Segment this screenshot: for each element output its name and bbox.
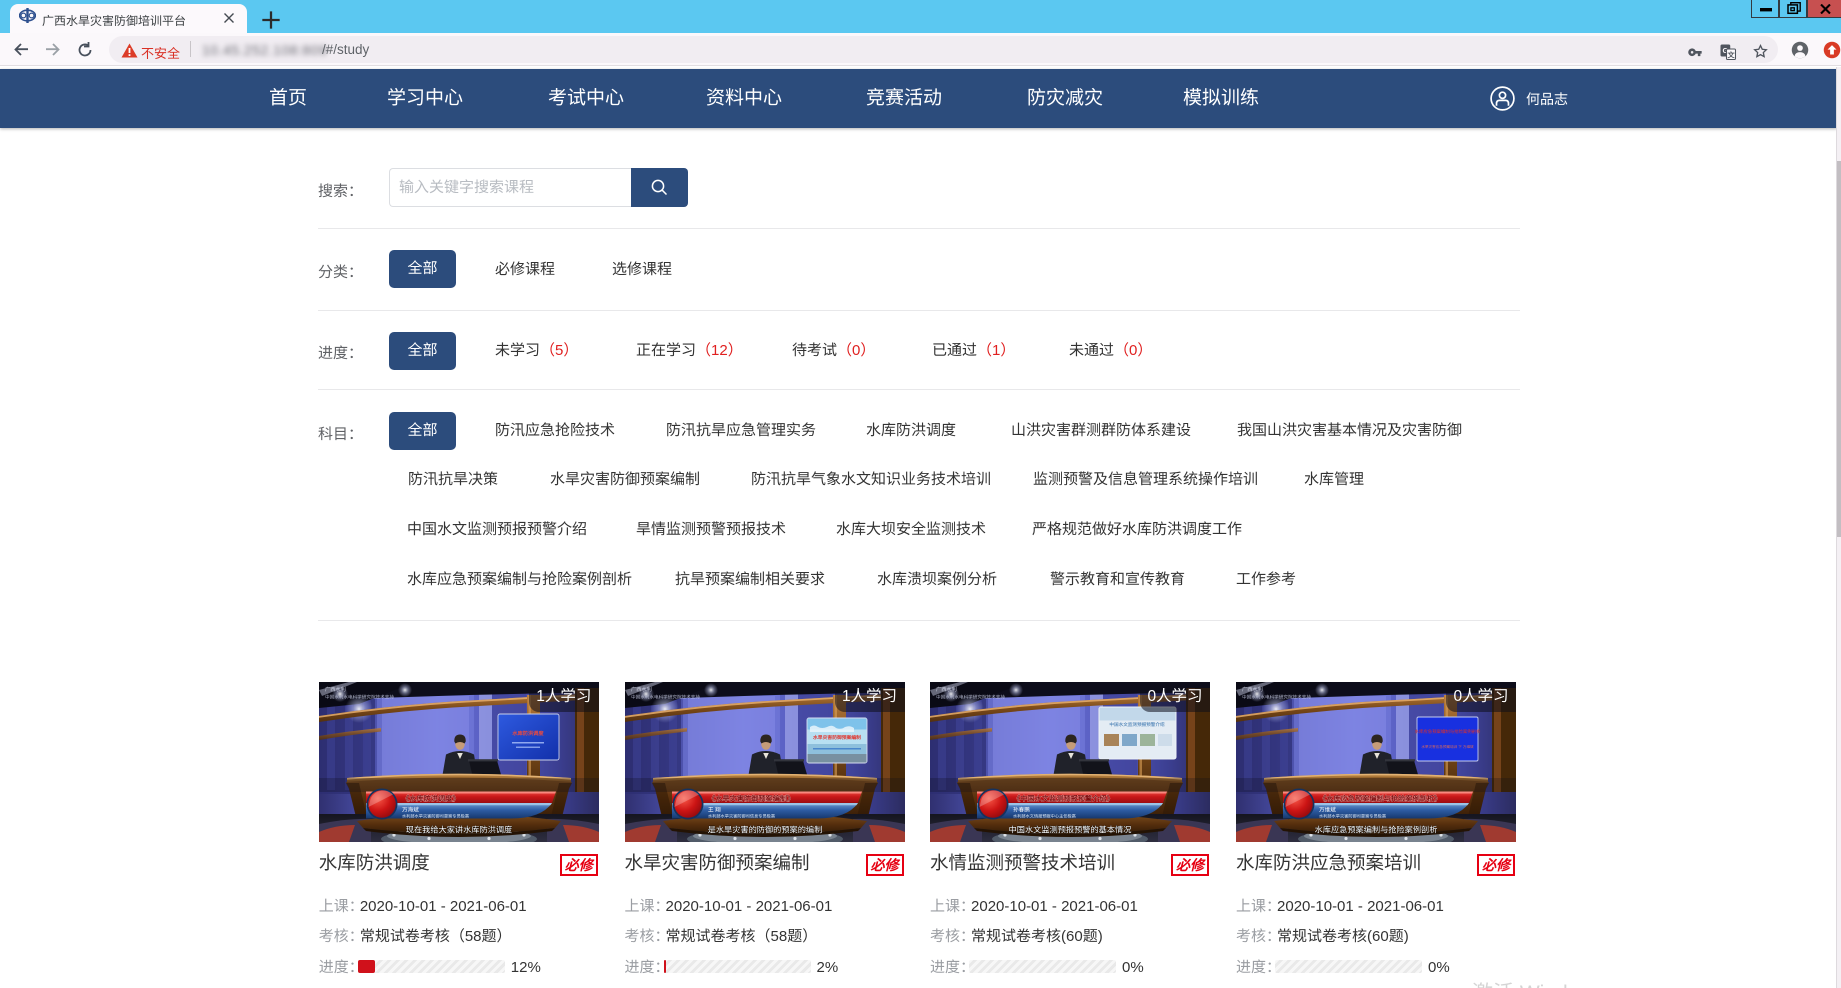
svg-text:中国水利水电科学研究院技术支持: 中国水利水电科学研究院技术支持 xyxy=(936,695,1005,700)
svg-text:现在我给大家讲水库防洪调度: 现在我给大家讲水库防洪调度 xyxy=(406,826,512,835)
svg-text:广西水利: 广西水利 xyxy=(325,686,346,693)
svg-text:水利部水旱灾害防御司督察专员极高: 水利部水旱灾害防御司督察专员极高 xyxy=(1319,813,1386,818)
svg-text:水利部水旱灾害防御司信息专员极高: 水利部水旱灾害防御司信息专员极高 xyxy=(708,813,775,818)
svg-text:《水旱灾害防御预案编制》: 《水旱灾害防御预案编制》 xyxy=(708,794,794,803)
svg-text:中国水利水电科学研究院技术支持: 中国水利水电科学研究院技术支持 xyxy=(325,695,394,700)
svg-text:是水旱灾害的防御的预案的编制: 是水旱灾害的防御的预案的编制 xyxy=(707,826,822,835)
svg-text:广西水利: 广西水利 xyxy=(1242,686,1263,693)
svg-text:水利部水旱灾害防御司督察专员极高: 水利部水旱灾害防御司督察专员极高 xyxy=(402,813,469,818)
svg-text:中国水利水电科学研究院技术支持: 中国水利水电科学研究院技术支持 xyxy=(1242,695,1311,700)
svg-text:中国水文监测预报预警的基本情况: 中国水文监测预报预警的基本情况 xyxy=(1009,826,1132,835)
svg-text:《水库防洪调度》: 《水库防洪调度》 xyxy=(402,794,460,803)
svg-text:水库防洪调度: 水库防洪调度 xyxy=(511,730,544,737)
svg-text:水库应急预案编制与抢险案例剖析: 水库应急预案编制与抢险案例剖析 xyxy=(1315,826,1438,835)
svg-text:广西水利: 广西水利 xyxy=(936,686,957,693)
svg-text:广西水利: 广西水利 xyxy=(631,686,652,693)
svg-text:中国水利水电科学研究院技术支持: 中国水利水电科学研究院技术支持 xyxy=(631,695,700,700)
svg-text:《水库应急预案编制与抢险案例剖析》: 《水库应急预案编制与抢险案例剖析》 xyxy=(1319,794,1441,803)
svg-text:水利部水文情报预报中心主任极高: 水利部水文情报预报中心主任极高 xyxy=(1013,813,1076,818)
svg-text:水旱灾害应急预案培训 下 万维斌: 水旱灾害应急预案培训 下 万维斌 xyxy=(1421,744,1474,749)
svg-text:《中国水文监测预报预警介绍》: 《中国水文监测预报预警介绍》 xyxy=(1013,794,1114,803)
svg-text:中国水文监测预报预警介绍: 中国水文监测预报预警介绍 xyxy=(1109,722,1165,727)
svg-text:水库应急预案编制与抢险案例剖析: 水库应急预案编制与抢险案例剖析 xyxy=(1415,729,1481,734)
svg-text:水旱灾害防御预案编制: 水旱灾害防御预案编制 xyxy=(812,734,861,741)
svg-text:文: 文 xyxy=(1726,50,1735,59)
